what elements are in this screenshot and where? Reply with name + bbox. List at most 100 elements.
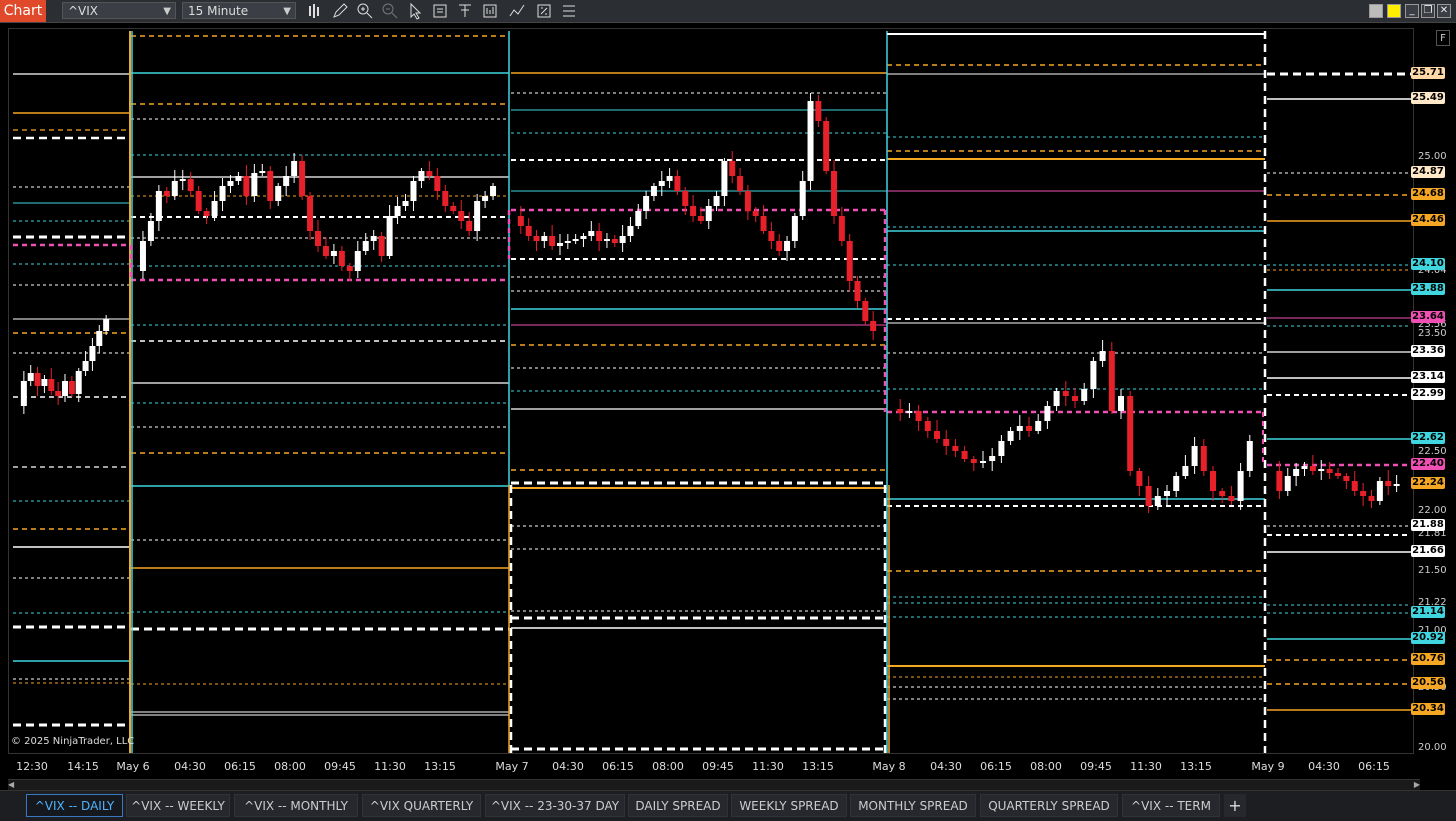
price-level-label: 25.49 <box>1411 92 1445 104</box>
templates-icon[interactable] <box>481 2 499 20</box>
candle-body <box>1351 481 1358 491</box>
candle-body <box>1007 431 1014 441</box>
candle-body <box>1026 426 1032 431</box>
pencil-icon[interactable] <box>331 2 349 20</box>
candle-body <box>187 179 194 191</box>
candle-body <box>1090 361 1097 389</box>
tab-vix-23-30-37-day[interactable]: ^VIX -- 23-30-37 DAY <box>485 794 625 817</box>
candle-body <box>89 346 96 361</box>
candle-body <box>934 431 940 439</box>
candle-body <box>525 226 532 236</box>
time-tick-label: 13:15 <box>1180 760 1212 773</box>
interval-value: 15 Minute <box>188 4 249 18</box>
candle-body <box>760 216 767 231</box>
candle-body <box>1099 351 1106 361</box>
instrument-selector[interactable]: ^VIX ▼ <box>62 2 176 19</box>
candle-body <box>163 191 170 196</box>
price-level-label: 22.62 <box>1411 432 1445 444</box>
candle-body <box>259 171 266 173</box>
tab-vix-quarterly[interactable]: ^VIX QUARTERLY <box>362 794 481 817</box>
time-tick-label: 14:15 <box>67 760 99 773</box>
add-tab-button[interactable]: + <box>1224 794 1246 817</box>
candle-body <box>20 381 27 406</box>
gray-color-button[interactable] <box>1369 4 1383 18</box>
candle-body <box>195 191 202 211</box>
candle-body <box>410 181 417 201</box>
interval-selector[interactable]: 15 Minute ▼ <box>182 2 296 19</box>
candle-body <box>34 373 41 386</box>
minimize-icon[interactable]: _ <box>1405 4 1419 18</box>
candle-body <box>588 231 595 236</box>
zoom-in-icon[interactable] <box>356 2 374 20</box>
candle-body <box>62 381 68 396</box>
candle-body <box>768 231 775 241</box>
tab-vix-daily[interactable]: ^VIX -- DAILY <box>26 794 123 817</box>
close-icon[interactable]: ✕ <box>1437 4 1451 18</box>
time-tick-label: 08:00 <box>1030 760 1062 773</box>
indicators-icon[interactable] <box>508 2 526 20</box>
copyright-text: © 2025 NinjaTrader, LLC <box>11 736 135 747</box>
candle-body <box>572 239 579 241</box>
price-level-label: 24.46 <box>1411 214 1445 226</box>
zoom-out-icon[interactable] <box>381 2 399 20</box>
candle-body <box>674 176 681 191</box>
candle-body <box>1081 389 1088 401</box>
tab-monthly-spread[interactable]: MONTHLY SPREAD <box>850 794 976 817</box>
candle-body <box>682 191 689 206</box>
tab-vix-monthly[interactable]: ^VIX -- MONTHLY <box>234 794 358 817</box>
menu-icon[interactable] <box>560 2 578 20</box>
price-level-label: 23.64 <box>1411 311 1445 323</box>
price-level-label: 23.36 <box>1411 345 1445 357</box>
data-box-icon[interactable] <box>431 2 449 20</box>
bar-type-icon[interactable] <box>306 2 324 20</box>
candle-body <box>980 461 986 463</box>
candle-body <box>705 206 712 221</box>
candle-body <box>533 236 540 241</box>
candle-body <box>147 221 154 241</box>
candle-body <box>426 171 433 176</box>
scroll-left-icon[interactable]: ◀ <box>8 780 18 790</box>
tab-vix-weekly[interactable]: ^VIX -- WEEKLY <box>126 794 230 817</box>
scroll-right-icon[interactable]: ▶ <box>1410 780 1420 790</box>
tab-daily-spread[interactable]: DAILY SPREAD <box>628 794 728 817</box>
price-chart[interactable] <box>9 29 1413 753</box>
price-level-label: 21.66 <box>1411 545 1445 557</box>
candle-body <box>370 236 377 241</box>
f-button[interactable]: F <box>1436 30 1450 46</box>
restore-icon[interactable]: ❐ <box>1421 4 1435 18</box>
candle-body <box>1309 466 1316 471</box>
candle-body <box>322 246 329 256</box>
candle-body <box>41 379 48 386</box>
yellow-color-button[interactable] <box>1387 4 1401 18</box>
strategies-icon[interactable] <box>535 2 553 20</box>
candle-body <box>744 191 751 211</box>
candle-body <box>1118 396 1124 411</box>
tab-vix-term[interactable]: ^VIX -- TERM <box>1122 794 1220 817</box>
candle-body <box>823 121 830 171</box>
candle-body <box>603 239 610 241</box>
candle-body <box>394 206 401 216</box>
properties-icon[interactable] <box>456 2 474 20</box>
candle-body <box>952 446 959 451</box>
tab-weekly-spread[interactable]: WEEKLY SPREAD <box>731 794 847 817</box>
tab-quarterly-spread[interactable]: QUARTERLY SPREAD <box>980 794 1118 817</box>
horizontal-scrollbar[interactable]: ◀ ▶ <box>8 779 1420 790</box>
chart-title-badge: Chart <box>0 0 46 22</box>
candle-body <box>434 176 441 191</box>
chevron-down-icon: ▼ <box>163 6 171 17</box>
candle-body <box>82 361 89 371</box>
candle-body <box>378 236 385 256</box>
candle-body <box>596 231 603 241</box>
candle-body <box>1127 396 1134 471</box>
candle-body <box>906 411 913 413</box>
candle-body <box>961 451 968 459</box>
candle-body <box>564 241 571 243</box>
candle-body <box>418 171 425 181</box>
candle-body <box>556 243 563 246</box>
candle-body <box>1360 491 1367 496</box>
pointer-icon[interactable] <box>406 2 424 20</box>
time-tick-label: 09:45 <box>324 760 356 773</box>
time-tick-label: 11:30 <box>752 760 784 773</box>
chart-panel[interactable] <box>8 28 1414 754</box>
candle-body <box>243 176 250 196</box>
